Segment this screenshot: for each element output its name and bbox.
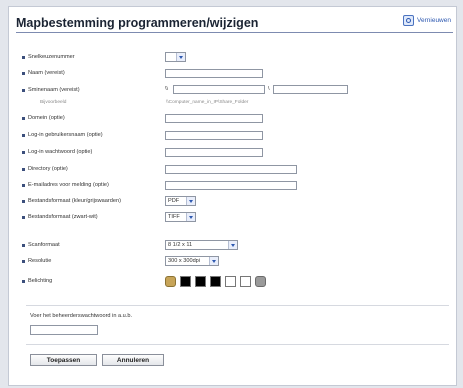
section-divider xyxy=(26,344,449,345)
chevron-down-icon xyxy=(228,241,237,249)
color-format-select[interactable]: PDF xyxy=(165,196,196,206)
bullet-icon xyxy=(22,88,25,92)
quick-dial-label: Snelkeuzenummer xyxy=(22,52,75,62)
name-label: Naam (vereist) xyxy=(22,68,65,78)
page-title: Mapbestemming programmeren/wijzigen xyxy=(16,16,259,30)
scan-size-label: Scanformaat xyxy=(22,240,60,250)
section-divider xyxy=(26,305,449,306)
bullet-icon xyxy=(22,279,25,283)
login-user-input[interactable] xyxy=(165,131,263,140)
chevron-down-icon xyxy=(186,213,195,221)
refresh-label: Vernieuwen xyxy=(417,17,451,24)
smb-host-input[interactable] xyxy=(173,85,265,94)
admin-password-input[interactable] xyxy=(30,325,98,335)
exposure-level-1[interactable] xyxy=(180,276,191,287)
login-password-input[interactable] xyxy=(165,148,263,157)
bullet-icon xyxy=(22,259,25,263)
exposure-level-2[interactable] xyxy=(195,276,206,287)
example-value: \\Computer_name_in_IP\Share_Folder xyxy=(166,100,249,105)
login-user-label: Log-in gebruikersnaam (optie) xyxy=(22,130,103,140)
resolution-select[interactable]: 300 x 300dpi xyxy=(165,256,219,266)
smb-prefix-share: \ xyxy=(268,86,270,92)
bullet-icon xyxy=(22,133,25,137)
exposure-level-4[interactable] xyxy=(225,276,236,287)
exposure-level-3[interactable] xyxy=(210,276,221,287)
smb-share-input[interactable] xyxy=(273,85,348,94)
exposure-level-5[interactable] xyxy=(240,276,251,287)
chevron-down-icon xyxy=(176,53,185,61)
login-password-label: Log-in wachtwoord (optie) xyxy=(22,147,92,157)
admin-password-label: Voer het beheerderswachtwoord in a.u.b. xyxy=(30,313,132,319)
email-notify-label: E-mailadres voor melding (optie) xyxy=(22,180,109,190)
resolution-label: Resolutie xyxy=(22,256,51,266)
refresh-link[interactable]: Vernieuwen xyxy=(403,15,451,26)
scan-size-select[interactable]: 8 1/2 x 11 xyxy=(165,240,238,250)
smb-path-label: Sminenaam (vereist) xyxy=(22,85,80,95)
bw-format-select[interactable]: TIFF xyxy=(165,212,196,222)
title-divider xyxy=(16,32,453,33)
bullet-icon xyxy=(22,150,25,154)
exposure-label: Belichting xyxy=(22,276,52,286)
smb-prefix-host: \\ xyxy=(165,86,169,92)
bullet-icon xyxy=(22,215,25,219)
darker-icon[interactable] xyxy=(255,276,266,287)
directory-input[interactable] xyxy=(165,165,297,174)
domain-input[interactable] xyxy=(165,114,263,123)
email-notify-input[interactable] xyxy=(165,181,297,190)
bullet-icon xyxy=(22,167,25,171)
domain-label: Domein (optie) xyxy=(22,113,65,123)
bullet-icon xyxy=(22,199,25,203)
apply-button[interactable]: Toepassen xyxy=(30,354,97,366)
bullet-icon xyxy=(22,183,25,187)
quick-dial-select[interactable] xyxy=(165,52,186,62)
lighter-icon[interactable] xyxy=(165,276,176,287)
chevron-down-icon xyxy=(209,257,218,265)
bullet-icon xyxy=(22,55,25,59)
bullet-icon xyxy=(22,116,25,120)
bullet-icon xyxy=(22,243,25,247)
bullet-icon xyxy=(22,71,25,75)
example-label: Bijvoorbeeld xyxy=(40,100,67,105)
chevron-down-icon xyxy=(186,197,195,205)
cancel-button[interactable]: Annuleren xyxy=(102,354,164,366)
name-input[interactable] xyxy=(165,69,263,78)
directory-label: Directory (optie) xyxy=(22,164,68,174)
color-format-label: Bestandsformaat (kleur/grijswaarden) xyxy=(22,196,121,206)
bw-format-label: Bestandsformaat (zwart-wit) xyxy=(22,212,98,222)
refresh-icon xyxy=(403,15,415,26)
